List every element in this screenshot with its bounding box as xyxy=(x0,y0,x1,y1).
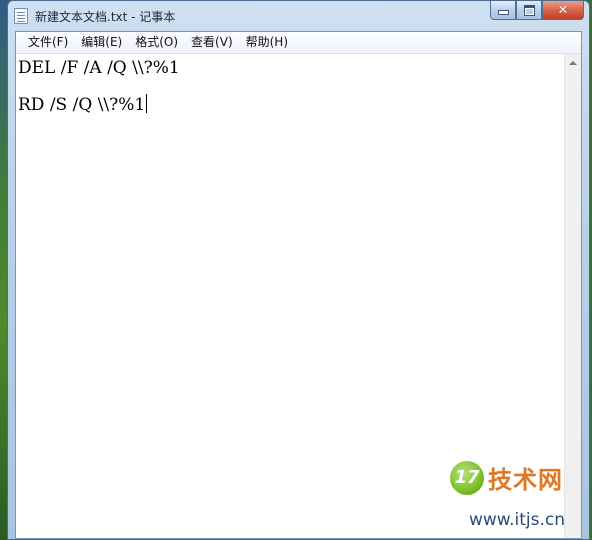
scroll-up-button[interactable] xyxy=(565,54,581,71)
maximize-icon xyxy=(523,4,535,16)
watermark-url: www.itjs.cn xyxy=(468,510,565,530)
minimize-button[interactable] xyxy=(490,1,516,20)
caption-buttons: ✕ xyxy=(490,1,584,21)
menu-help[interactable]: 帮助(H) xyxy=(240,32,294,53)
editor-line-text: DEL /F /A /Q \\?%1 xyxy=(18,58,180,78)
menu-file[interactable]: 文件(F) xyxy=(22,32,74,53)
window-title: 新建文本文档.txt - 记事本 xyxy=(35,10,176,24)
menu-bar: 文件(F) 编辑(E) 格式(O) 查看(V) 帮助(H) xyxy=(16,32,581,54)
close-icon: ✕ xyxy=(557,2,569,18)
text-caret xyxy=(146,94,148,113)
maximize-button[interactable] xyxy=(516,1,542,20)
notepad-icon[interactable] xyxy=(14,8,28,24)
watermark-logo: 17 技术网 xyxy=(450,460,563,495)
close-button[interactable]: ✕ xyxy=(542,1,584,20)
site-watermark: 17 技术网 www.itjs.cn xyxy=(419,460,569,532)
watermark-logo-badge: 17 xyxy=(450,460,484,495)
menu-edit[interactable]: 编辑(E) xyxy=(75,32,128,53)
title-bar[interactable]: 新建文本文档.txt - 记事本 ✕ xyxy=(8,1,589,31)
minimize-icon xyxy=(497,10,509,15)
editor-line: RD /S /Q \\?%1 xyxy=(18,94,564,131)
notepad-window: 新建文本文档.txt - 记事本 ✕ 文件(F) 编辑(E) 格式(O) 查看(… xyxy=(7,0,590,540)
menu-view[interactable]: 查看(V) xyxy=(185,32,239,53)
editor-line: DEL /F /A /Q \\?%1 xyxy=(18,57,564,94)
client-area: 文件(F) 编辑(E) 格式(O) 查看(V) 帮助(H) DEL /F /A … xyxy=(15,31,582,539)
menu-format[interactable]: 格式(O) xyxy=(129,32,184,53)
scroll-up-arrow-icon xyxy=(569,60,577,65)
editor-line-text: RD /S /Q \\?%1 xyxy=(18,95,146,115)
watermark-brand: 技术网 xyxy=(488,466,563,494)
